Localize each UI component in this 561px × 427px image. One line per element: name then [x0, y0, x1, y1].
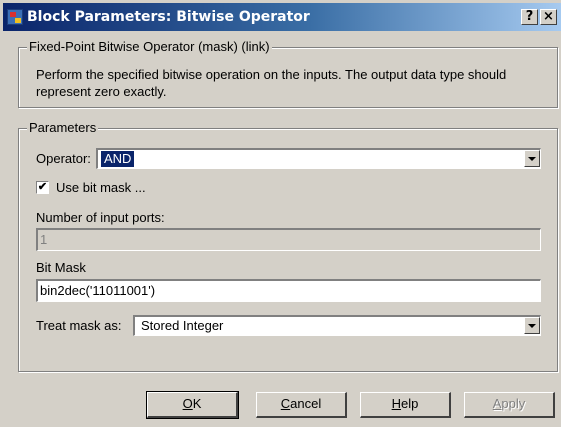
- chevron-down-icon: [528, 324, 536, 328]
- mask-group-legend: Fixed-Point Bitwise Operator (mask) (lin…: [27, 39, 272, 55]
- cancel-mnemonic: C: [280, 396, 291, 411]
- help-button[interactable]: Help: [360, 392, 451, 418]
- num-ports-value: 1: [40, 232, 48, 247]
- treat-mask-label: Treat mask as:: [36, 318, 122, 333]
- parameters-legend: Parameters: [27, 120, 99, 136]
- apply-label-rest: pply: [501, 396, 526, 411]
- bit-mask-value: bin2dec('11011001'): [40, 283, 156, 298]
- use-bit-mask-checkbox[interactable]: ✔: [36, 181, 49, 194]
- use-bit-mask-label[interactable]: Use bit mask ...: [56, 180, 146, 196]
- operator-value: AND: [101, 151, 135, 167]
- dialog-window: Block Parameters: Bitwise Operator ? × F…: [0, 0, 561, 427]
- cancel-button[interactable]: Cancel: [256, 392, 347, 418]
- title-bar[interactable]: Block Parameters: Bitwise Operator ? ×: [3, 3, 561, 31]
- apply-button[interactable]: Apply: [464, 392, 555, 418]
- help-caption-button[interactable]: ?: [521, 9, 538, 25]
- help-mnemonic: H: [391, 396, 402, 411]
- help-label-rest: elp: [401, 396, 419, 411]
- cancel-label-rest: ancel: [290, 396, 322, 411]
- operator-dropdown-button[interactable]: [524, 150, 540, 167]
- ok-button[interactable]: OK: [146, 391, 239, 419]
- app-icon: [7, 9, 23, 25]
- close-caption-button[interactable]: ×: [540, 9, 557, 25]
- mask-description: Perform the specified bitwise operation …: [36, 67, 507, 99]
- operator-label: Operator:: [36, 151, 91, 166]
- checkmark-icon: ✔: [37, 181, 48, 193]
- num-ports-field: 1: [36, 228, 541, 251]
- window-title: Block Parameters: Bitwise Operator: [27, 9, 310, 25]
- operator-select[interactable]: AND: [96, 148, 541, 169]
- chevron-down-icon: [528, 157, 536, 161]
- treat-mask-dropdown-button[interactable]: [524, 317, 540, 334]
- treat-mask-select[interactable]: Stored Integer: [133, 315, 541, 336]
- num-ports-label: Number of input ports:: [36, 210, 165, 225]
- bit-mask-field[interactable]: bin2dec('11011001'): [36, 279, 541, 302]
- ok-mnemonic: O: [182, 396, 193, 411]
- ok-label-rest: K: [192, 396, 202, 411]
- treat-mask-value: Stored Integer: [141, 318, 224, 333]
- bit-mask-label: Bit Mask: [36, 260, 86, 275]
